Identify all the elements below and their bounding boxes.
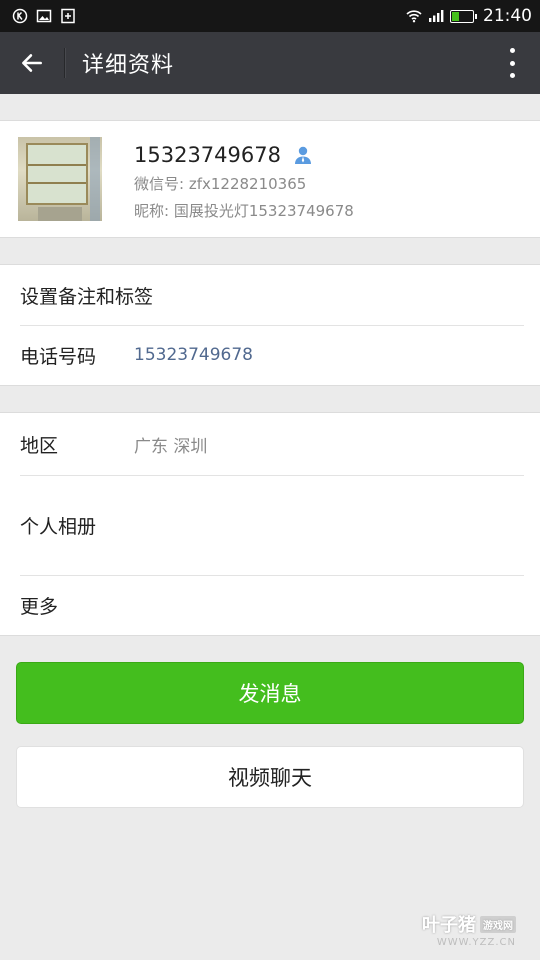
status-right: 21:40 — [406, 6, 532, 26]
profile-card: 15323749678 微信号: zfx1228210365 昵称: 国展投光灯… — [0, 120, 540, 238]
status-bar: 21:40 — [0, 0, 540, 32]
personal-album-label: 个人相册 — [20, 515, 97, 538]
nickname: 昵称: 国展投光灯15323749678 — [134, 202, 354, 220]
profile-info: 15323749678 微信号: zfx1228210365 昵称: 国展投光灯… — [134, 121, 354, 221]
status-left — [12, 8, 76, 24]
contact-person-icon — [294, 146, 311, 164]
page-title: 详细资料 — [82, 53, 175, 78]
watermark-tag: 游戏网 — [480, 915, 516, 933]
name-row: 15323749678 — [134, 143, 354, 167]
set-remark-tags-item[interactable]: 设置备注和标签 — [0, 265, 540, 325]
wifi-icon — [406, 10, 422, 23]
wechat-id: 微信号: zfx1228210365 — [134, 175, 307, 193]
avatar[interactable] — [18, 137, 102, 221]
app-bar-divider — [64, 48, 66, 78]
send-message-button[interactable]: 发消息 — [16, 662, 524, 724]
more-vertical-icon — [509, 48, 515, 53]
watermark-brand: 叶子猪 — [422, 915, 476, 936]
phone-number-link[interactable]: 15323749678 — [134, 345, 253, 365]
info-section: 地区 广东 深圳 个人相册 更多 — [0, 412, 540, 636]
k-circle-icon — [12, 8, 28, 24]
more-label: 更多 — [20, 595, 59, 618]
video-chat-button[interactable]: 视频聊天 — [16, 746, 524, 808]
back-arrow-icon — [22, 54, 42, 72]
region-label: 地区 — [20, 434, 59, 457]
phone-number-item: 电话号码 15323749678 — [0, 325, 540, 385]
contact-name: 15323749678 — [134, 143, 281, 167]
personal-album-item[interactable]: 个人相册 — [0, 475, 540, 575]
region-value: 广东 深圳 — [134, 436, 208, 457]
add-notification-icon — [61, 8, 75, 24]
remark-phone-section: 设置备注和标签 电话号码 15323749678 — [0, 264, 540, 386]
more-item[interactable]: 更多 — [0, 575, 540, 635]
back-button[interactable] — [0, 32, 64, 94]
region-item: 地区 广东 深圳 — [0, 413, 540, 475]
app-bar: 详细资料 — [0, 32, 540, 94]
watermark: 叶子猪 游戏网 WWW.YZZ.CN — [422, 911, 516, 948]
set-remark-tags-label: 设置备注和标签 — [20, 285, 154, 308]
more-options-button[interactable] — [500, 48, 524, 78]
clock: 21:40 — [483, 6, 532, 26]
signal-icon — [429, 10, 444, 22]
phone-number-label: 电话号码 — [20, 345, 97, 368]
battery-icon — [450, 9, 477, 23]
watermark-url: WWW.YZZ.CN — [436, 937, 516, 948]
image-notification-icon — [36, 9, 52, 23]
